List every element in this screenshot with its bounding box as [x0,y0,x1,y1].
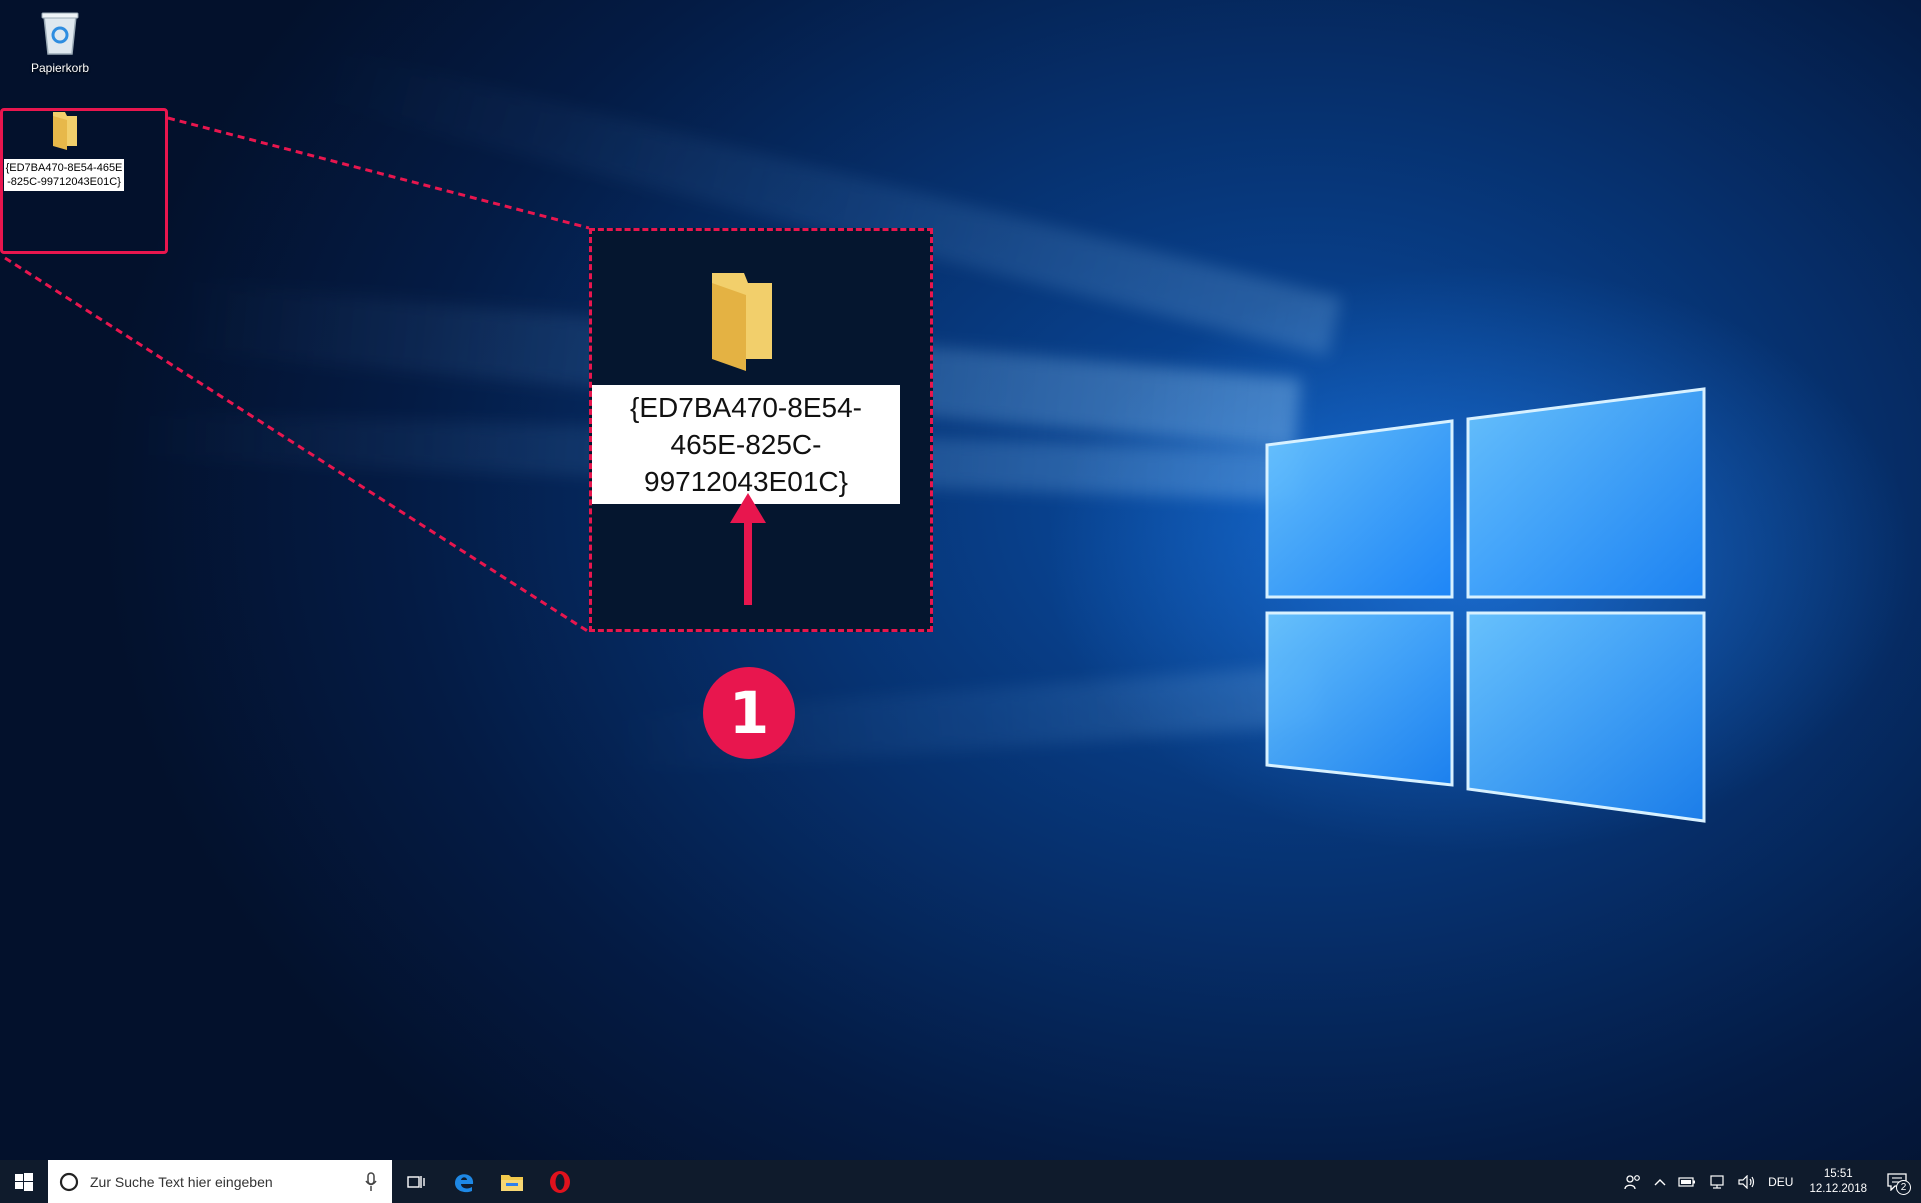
opera-icon [550,1170,570,1193]
taskbar-app-edge[interactable] [440,1160,488,1203]
speaker-icon [1738,1174,1755,1189]
desktop[interactable]: Papierkorb {ED7BA470-8E54-465E-825C-9971… [0,0,1921,1160]
battery-icon [1678,1176,1696,1187]
zoom-callout: {ED7BA470-8E54- 465E-825C- 99712043E01C} [589,228,933,632]
action-center-button[interactable]: 2 [1877,1160,1921,1203]
clock-time: 15:51 [1823,1167,1853,1180]
task-view-icon [407,1175,425,1188]
show-hidden-icons-button[interactable] [1648,1160,1672,1203]
step-badge: 1 [703,667,795,759]
chevron-up-icon [1654,1178,1666,1185]
people-icon [1624,1174,1640,1189]
start-button[interactable] [0,1160,48,1203]
input-language[interactable]: DEU [1762,1160,1799,1203]
network-icon [1710,1174,1724,1189]
volume-button[interactable] [1732,1160,1762,1203]
file-explorer-icon [501,1174,523,1191]
people-button[interactable] [1618,1160,1648,1203]
system-tray: DEU 15:51 12.12.2018 2 [1618,1160,1921,1203]
microphone-icon[interactable] [364,1171,378,1192]
edge-icon [455,1173,474,1192]
taskbar-search-box[interactable]: Zur Suche Text hier eingeben [48,1160,392,1203]
rename-text-line: 465E-825C- [670,429,822,460]
arrow-up-icon [730,493,766,605]
clock[interactable]: 15:51 12.12.2018 [1799,1160,1877,1203]
notification-count: 2 [1896,1180,1911,1195]
folder-icon [712,273,772,371]
taskbar-app-file-explorer[interactable] [488,1160,536,1203]
task-view-button[interactable] [392,1160,440,1203]
folder-rename-field-zoomed: {ED7BA470-8E54- 465E-825C- 99712043E01C} [592,385,900,504]
clock-date: 12.12.2018 [1809,1182,1867,1195]
taskbar-app-opera[interactable] [536,1160,584,1203]
cortana-circle-icon [59,1172,79,1191]
windows-start-icon [15,1172,33,1191]
search-placeholder: Zur Suche Text hier eingeben [90,1173,273,1190]
battery-button[interactable] [1672,1160,1702,1203]
zoom-connector-lines [4,116,590,634]
taskbar: Zur Suche Text hier eingeben DEU 15:51 1… [0,1160,1921,1203]
rename-text-line: {ED7BA470-8E54- [630,392,862,423]
network-button[interactable] [1702,1160,1732,1203]
